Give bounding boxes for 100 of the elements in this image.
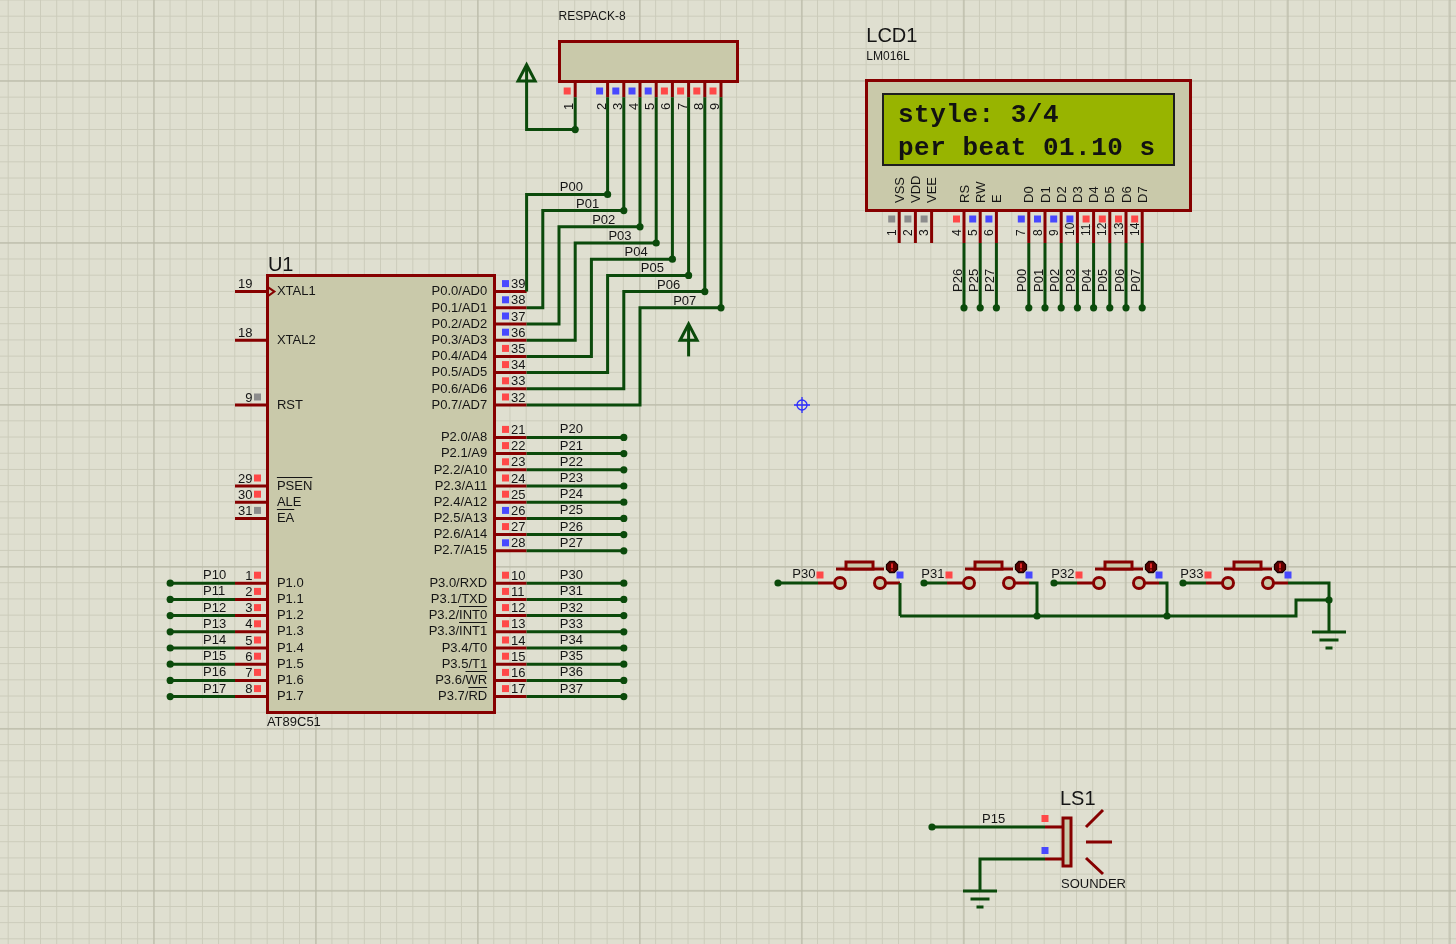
junction-dot-icon xyxy=(1033,612,1041,620)
junction-dot-icon xyxy=(620,644,628,652)
pin-name: P2.5/A13 xyxy=(433,510,488,527)
power-arrow-icon xyxy=(515,61,538,83)
pin-name: P1.2 xyxy=(276,607,304,624)
pin-number: 11 xyxy=(511,583,525,599)
net-label: P13 xyxy=(203,615,227,631)
junction-dot-icon xyxy=(620,693,628,701)
pin-number: 10 xyxy=(511,567,526,583)
pin-number: 7 xyxy=(674,102,690,110)
junction-dot-icon xyxy=(920,579,928,587)
pin-name: D6 xyxy=(1118,186,1134,203)
pin-name: P2.7/A15 xyxy=(433,542,488,559)
net-label: P06 xyxy=(657,276,681,292)
junction-dot-icon xyxy=(620,514,628,522)
junction-dot-icon xyxy=(166,579,174,587)
junction-dot-icon xyxy=(685,271,693,279)
net-label: P07 xyxy=(1127,268,1143,292)
net-label: P02 xyxy=(592,211,616,227)
pin-name: P1.3 xyxy=(276,623,304,640)
junction-dot-icon xyxy=(1041,304,1049,312)
junction-dot-icon xyxy=(960,304,968,312)
junction-dot-icon xyxy=(571,126,579,134)
pin-name: P1.6 xyxy=(276,672,304,689)
junction-dot-icon xyxy=(636,223,644,231)
pin-number: 7 xyxy=(245,664,253,680)
junction-dot-icon xyxy=(1122,304,1130,312)
component-reference: LCD1 xyxy=(866,24,918,45)
pin-number: 4 xyxy=(245,616,253,632)
pin-lead xyxy=(670,82,674,98)
pin-number: 23 xyxy=(511,454,526,470)
lcd-text-line: per beat 01.10 s xyxy=(898,131,1156,165)
net-label: P34 xyxy=(559,632,583,647)
pin-lead xyxy=(606,82,610,98)
pin-name: P0.5/AD5 xyxy=(431,364,488,381)
junction-dot-icon xyxy=(1050,579,1058,587)
pin-lead xyxy=(638,82,642,98)
pin-number: 11 xyxy=(1079,223,1094,236)
net-label: P26 xyxy=(949,268,965,292)
pin-name: PSEN xyxy=(276,477,313,494)
pin-name: P0.7/AD7 xyxy=(431,396,488,413)
pin-name: P0.6/AD6 xyxy=(431,380,488,397)
pin-number: 30 xyxy=(238,486,253,502)
pin-name: P2.6/A14 xyxy=(433,526,488,543)
net-label: P06 xyxy=(1111,268,1127,292)
junction-dot-icon xyxy=(620,660,628,668)
component-part-name: AT89C51 xyxy=(266,715,321,730)
pin-number: 26 xyxy=(511,502,526,518)
pin-name: D5 xyxy=(1102,186,1118,203)
pin-number: 6 xyxy=(245,648,253,664)
net-label: P05 xyxy=(1095,268,1111,292)
pin-name: P1.1 xyxy=(276,591,304,608)
pin-name: E xyxy=(989,194,1004,203)
junction-dot-icon xyxy=(620,450,628,458)
pin-lead xyxy=(719,82,723,98)
power-arrow-icon xyxy=(677,320,700,357)
pin-lead xyxy=(654,82,658,98)
net-label: P00 xyxy=(1014,268,1030,292)
pin-name: P1.5 xyxy=(276,655,304,672)
pin-name: RST xyxy=(276,396,303,413)
pin-number: 35 xyxy=(511,340,526,356)
junction-dot-icon xyxy=(620,612,628,620)
ground-icon xyxy=(961,889,999,909)
pin-number: 36 xyxy=(511,324,526,340)
net-label: P33 xyxy=(1180,566,1204,581)
net-label: P27 xyxy=(559,534,583,550)
pin-name: VSS xyxy=(891,177,907,203)
pin-number: 4 xyxy=(625,102,641,110)
pin-number: 9 xyxy=(1046,229,1061,236)
junction-dot-icon xyxy=(166,644,174,652)
pin-number: 19 xyxy=(238,276,253,292)
pin-number: 10 xyxy=(1063,222,1077,236)
pin-name: RS xyxy=(956,184,972,203)
pin-name: P0.3/AD3 xyxy=(431,332,488,349)
net-label: P30 xyxy=(559,567,583,583)
pin-name: D2 xyxy=(1053,186,1069,203)
component-part-name: LM016L xyxy=(866,48,910,63)
pin-number: 8 xyxy=(690,102,706,110)
junction-dot-icon xyxy=(620,207,628,215)
net-label: P17 xyxy=(203,680,227,696)
junction-dot-icon xyxy=(620,466,628,474)
net-label: P00 xyxy=(559,179,583,195)
junction-dot-icon xyxy=(1057,304,1065,312)
pin-name: D7 xyxy=(1134,186,1150,203)
net-label: P12 xyxy=(203,599,227,615)
junction-dot-icon xyxy=(1179,579,1187,587)
pin-number: 5 xyxy=(245,632,253,648)
net-label: P14 xyxy=(203,632,227,647)
warning-icon xyxy=(1144,560,1158,574)
pin-number: 5 xyxy=(965,229,980,236)
net-label: P15 xyxy=(982,811,1006,826)
component-part-name: RESPACK-8 xyxy=(558,9,626,23)
pin-number: 15 xyxy=(511,648,526,664)
pin-number: 14 xyxy=(1127,222,1142,236)
net-label: P04 xyxy=(624,244,648,260)
pin-lead xyxy=(687,82,691,98)
junction-dot-icon xyxy=(166,612,174,620)
pin-name: P2.3/A11 xyxy=(434,477,488,494)
junction-dot-icon xyxy=(928,823,936,831)
pin-lead xyxy=(573,82,577,98)
